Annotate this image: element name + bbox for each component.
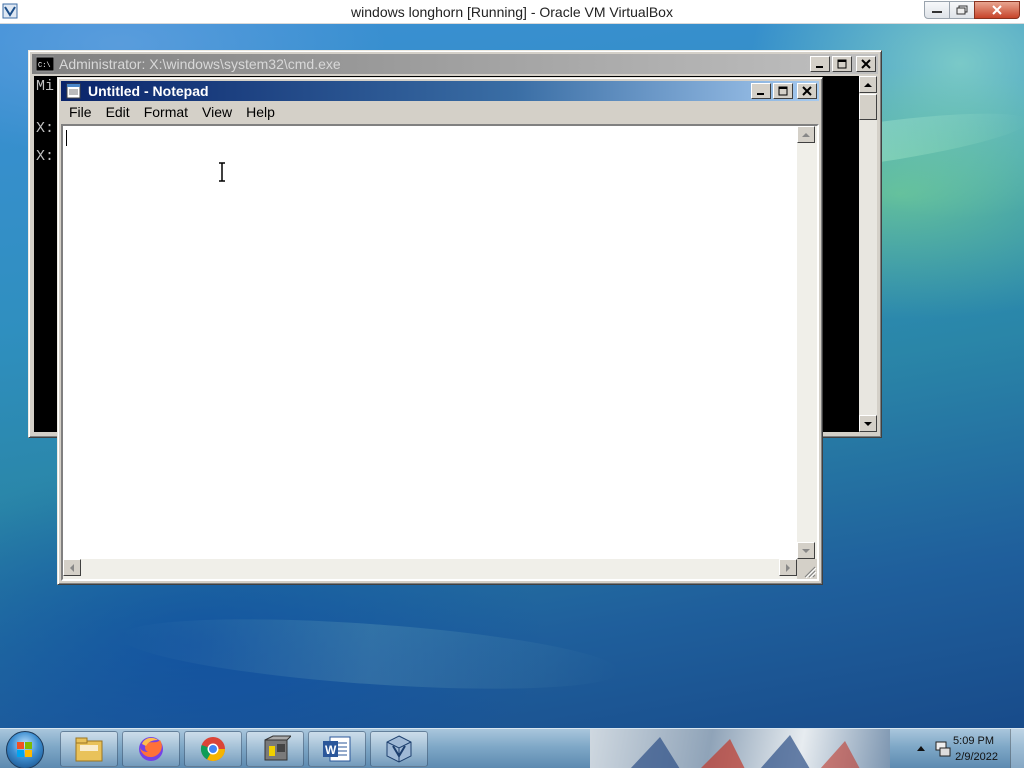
taskbar-explorer-button[interactable] bbox=[60, 731, 118, 767]
tray-expand-arrow-icon[interactable] bbox=[916, 744, 926, 752]
scroll-down-button[interactable] bbox=[797, 542, 815, 559]
application-icon bbox=[264, 735, 291, 761]
svg-text:C:\: C:\ bbox=[38, 62, 51, 70]
ibeam-cursor-icon bbox=[219, 162, 225, 182]
host-restore-button[interactable] bbox=[949, 1, 975, 19]
host-minimize-button[interactable] bbox=[924, 1, 950, 19]
minimize-icon bbox=[757, 93, 764, 95]
cmd-titlebar[interactable]: C:\ Administrator: X:\windows\system32\c… bbox=[32, 54, 878, 74]
text-caret bbox=[66, 130, 67, 146]
maximize-icon bbox=[778, 86, 788, 96]
menu-view[interactable]: View bbox=[196, 104, 238, 120]
notepad-menubar: File Edit Format View Help bbox=[61, 102, 819, 122]
arrow-up-icon bbox=[864, 82, 872, 87]
restore-icon bbox=[956, 5, 968, 15]
arrow-right-icon bbox=[786, 563, 790, 572]
notepad-horizontal-scrollbar[interactable] bbox=[63, 559, 797, 579]
start-button[interactable] bbox=[6, 731, 44, 768]
notepad-minimize-button[interactable] bbox=[751, 83, 771, 99]
system-tray: 5:09 PM 2/9/2022 bbox=[890, 729, 1024, 768]
notepad-maximize-button[interactable] bbox=[773, 83, 793, 99]
svg-text:W: W bbox=[325, 743, 337, 757]
taskbar-wallpaper-detail bbox=[590, 729, 890, 768]
arrow-left-icon bbox=[70, 563, 74, 572]
scroll-up-button[interactable] bbox=[797, 126, 815, 143]
menu-format[interactable]: Format bbox=[138, 104, 194, 120]
cmd-icon: C:\ bbox=[36, 56, 54, 72]
network-icon[interactable] bbox=[934, 740, 952, 758]
arrow-up-icon bbox=[802, 132, 810, 137]
notepad-title: Untitled - Notepad bbox=[88, 83, 209, 99]
menu-file[interactable]: File bbox=[63, 104, 98, 120]
decorative-graphic bbox=[630, 735, 860, 768]
notepad-text-input[interactable] bbox=[63, 126, 797, 559]
cmd-vertical-scrollbar[interactable] bbox=[859, 76, 877, 432]
notepad-vertical-scrollbar[interactable] bbox=[797, 126, 817, 559]
notepad-window[interactable]: Untitled - Notepad File Edit Format View… bbox=[57, 77, 823, 585]
arrow-down-icon bbox=[802, 548, 810, 553]
host-close-button[interactable] bbox=[974, 1, 1020, 19]
guest-desktop[interactable]: C:\ Administrator: X:\windows\system32\c… bbox=[0, 24, 1024, 728]
maximize-icon bbox=[837, 59, 847, 69]
resize-grip[interactable] bbox=[797, 559, 817, 579]
firefox-icon bbox=[139, 737, 163, 761]
resize-grip-icon bbox=[804, 566, 817, 579]
chrome-icon bbox=[200, 737, 225, 762]
cmd-close-button[interactable] bbox=[856, 56, 876, 72]
taskbar-app-button[interactable] bbox=[246, 731, 304, 767]
cmd-line: X: bbox=[36, 148, 55, 165]
taskbar-chrome-button[interactable] bbox=[184, 731, 242, 767]
cmd-minimize-button[interactable] bbox=[810, 56, 830, 72]
cmd-title: Administrator: X:\windows\system32\cmd.e… bbox=[59, 56, 341, 72]
close-icon bbox=[802, 86, 812, 96]
minimize-icon bbox=[932, 11, 942, 13]
notepad-close-button[interactable] bbox=[797, 83, 817, 99]
arrow-down-icon bbox=[864, 421, 872, 426]
scroll-left-button[interactable] bbox=[63, 559, 81, 576]
file-explorer-icon bbox=[75, 737, 103, 762]
scroll-down-button[interactable] bbox=[859, 415, 877, 432]
taskbar-virtualbox-button[interactable] bbox=[370, 731, 428, 767]
notepad-titlebar[interactable]: Untitled - Notepad bbox=[61, 81, 819, 101]
cmd-maximize-button[interactable] bbox=[832, 56, 852, 72]
menu-help[interactable]: Help bbox=[240, 104, 281, 120]
word-icon: W bbox=[323, 736, 351, 762]
host-window-titlebar[interactable]: windows longhorn [Running] - Oracle VM V… bbox=[0, 0, 1024, 24]
virtualbox-icon bbox=[386, 735, 412, 763]
scroll-up-button[interactable] bbox=[859, 76, 877, 93]
wallpaper-streak bbox=[118, 606, 622, 702]
close-icon bbox=[861, 59, 871, 69]
taskbar-word-button[interactable]: W bbox=[308, 731, 366, 767]
clock-time[interactable]: 5:09 PM bbox=[953, 735, 994, 747]
clock-date[interactable]: 2/9/2022 bbox=[955, 751, 998, 763]
windows-start-orb-icon bbox=[17, 742, 32, 757]
taskbar: W 5:09 PM 2/9/2022 bbox=[0, 728, 1024, 768]
cmd-line: Mi bbox=[36, 78, 55, 95]
host-window-title: windows longhorn [Running] - Oracle VM V… bbox=[351, 4, 673, 20]
notepad-edit-area bbox=[61, 124, 819, 581]
minimize-icon bbox=[816, 66, 823, 68]
taskbar-firefox-button[interactable] bbox=[122, 731, 180, 767]
close-icon bbox=[992, 5, 1002, 15]
cmd-line: X: bbox=[36, 120, 55, 137]
show-desktop-button[interactable] bbox=[1010, 729, 1024, 768]
notepad-icon bbox=[66, 83, 81, 99]
scroll-right-button[interactable] bbox=[779, 559, 797, 576]
scroll-thumb[interactable] bbox=[859, 94, 877, 120]
menu-edit[interactable]: Edit bbox=[100, 104, 136, 120]
